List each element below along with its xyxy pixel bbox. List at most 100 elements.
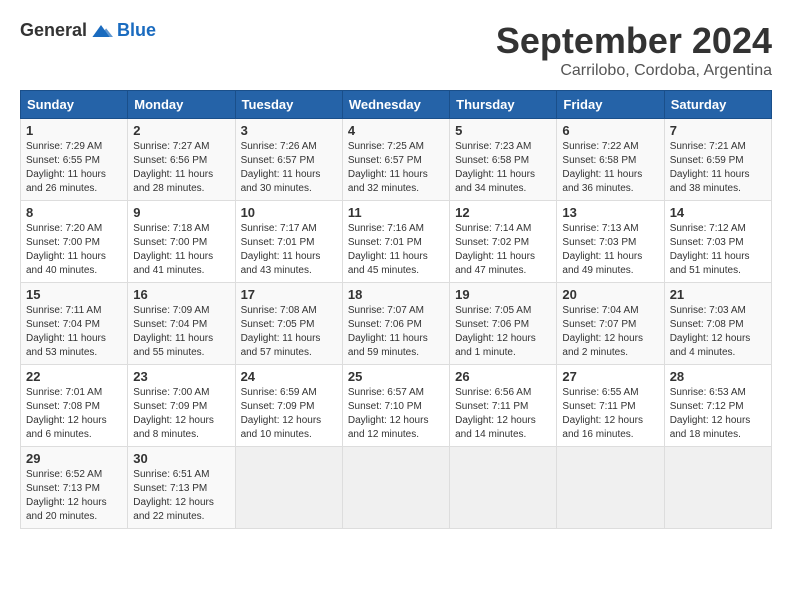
day-info: Sunrise: 6:52 AMSunset: 7:13 PMDaylight:… <box>26 468 122 524</box>
table-row: 25 Sunrise: 6:57 AMSunset: 7:10 PMDayligh… <box>342 365 449 447</box>
logo: General Blue <box>20 20 156 41</box>
day-info: Sunrise: 7:09 AMSunset: 7:04 PMDaylight:… <box>133 304 229 360</box>
day-number: 29 <box>26 451 122 466</box>
day-number: 27 <box>562 369 658 384</box>
day-number: 15 <box>26 287 122 302</box>
table-row: 13 Sunrise: 7:13 AMSunset: 7:03 PMDayligh… <box>557 201 664 283</box>
calendar-header-row: Sunday Monday Tuesday Wednesday Thursday… <box>21 91 772 119</box>
calendar-table: Sunday Monday Tuesday Wednesday Thursday… <box>20 90 772 529</box>
day-number: 25 <box>348 369 444 384</box>
table-row <box>557 447 664 529</box>
table-row: 7 Sunrise: 7:21 AMSunset: 6:59 PMDaylight… <box>664 119 771 201</box>
header-thursday: Thursday <box>450 91 557 119</box>
table-row: 10 Sunrise: 7:17 AMSunset: 7:01 PMDayligh… <box>235 201 342 283</box>
day-info: Sunrise: 7:00 AMSunset: 7:09 PMDaylight:… <box>133 386 229 442</box>
table-row: 26Sunrise: 6:56 AMSunset: 7:11 PMDayligh… <box>450 365 557 447</box>
table-row: 24 Sunrise: 6:59 AMSunset: 7:09 PMDayligh… <box>235 365 342 447</box>
table-row <box>664 447 771 529</box>
header-wednesday: Wednesday <box>342 91 449 119</box>
day-info: Sunrise: 7:22 AMSunset: 6:58 PMDaylight:… <box>562 140 658 196</box>
logo-blue: Blue <box>117 20 156 41</box>
day-number: 18 <box>348 287 444 302</box>
table-row: 28Sunrise: 6:53 AMSunset: 7:12 PMDayligh… <box>664 365 771 447</box>
header-monday: Monday <box>128 91 235 119</box>
day-number: 22 <box>26 369 122 384</box>
table-row <box>342 447 449 529</box>
day-info: Sunrise: 7:07 AMSunset: 7:06 PMDaylight:… <box>348 304 444 360</box>
table-row <box>450 447 557 529</box>
day-info: Sunrise: 7:08 AMSunset: 7:05 PMDaylight:… <box>241 304 337 360</box>
table-row: 14Sunrise: 7:12 AMSunset: 7:03 PMDayligh… <box>664 201 771 283</box>
day-number: 2 <box>133 123 229 138</box>
table-row: 23 Sunrise: 7:00 AMSunset: 7:09 PMDayligh… <box>128 365 235 447</box>
calendar-week-1: 1 Sunrise: 7:29 AMSunset: 6:55 PMDaylight… <box>21 119 772 201</box>
table-row: 19 Sunrise: 7:05 AMSunset: 7:06 PMDayligh… <box>450 283 557 365</box>
day-number: 20 <box>562 287 658 302</box>
day-info: Sunrise: 6:59 AMSunset: 7:09 PMDaylight:… <box>241 386 337 442</box>
table-row: 15 Sunrise: 7:11 AMSunset: 7:04 PMDayligh… <box>21 283 128 365</box>
day-number: 19 <box>455 287 551 302</box>
day-info: Sunrise: 7:16 AMSunset: 7:01 PMDaylight:… <box>348 222 444 278</box>
day-number: 11 <box>348 205 444 220</box>
day-number: 5 <box>455 123 551 138</box>
main-title: September 2024 <box>496 20 772 62</box>
day-info: Sunrise: 6:55 AMSunset: 7:11 PMDaylight:… <box>562 386 658 442</box>
day-info: Sunrise: 7:29 AMSunset: 6:55 PMDaylight:… <box>26 140 122 196</box>
table-row: 29 Sunrise: 6:52 AMSunset: 7:13 PMDayligh… <box>21 447 128 529</box>
day-info: Sunrise: 7:25 AMSunset: 6:57 PMDaylight:… <box>348 140 444 196</box>
table-row: 18 Sunrise: 7:07 AMSunset: 7:06 PMDayligh… <box>342 283 449 365</box>
table-row: 6Sunrise: 7:22 AMSunset: 6:58 PMDaylight… <box>557 119 664 201</box>
table-row: 30 Sunrise: 6:51 AMSunset: 7:13 PMDayligh… <box>128 447 235 529</box>
header-friday: Friday <box>557 91 664 119</box>
day-number: 21 <box>670 287 766 302</box>
day-info: Sunrise: 7:17 AMSunset: 7:01 PMDaylight:… <box>241 222 337 278</box>
day-info: Sunrise: 7:27 AMSunset: 6:56 PMDaylight:… <box>133 140 229 196</box>
day-number: 24 <box>241 369 337 384</box>
table-row: 22Sunrise: 7:01 AMSunset: 7:08 PMDayligh… <box>21 365 128 447</box>
day-number: 17 <box>241 287 337 302</box>
day-info: Sunrise: 7:04 AMSunset: 7:07 PMDaylight:… <box>562 304 658 360</box>
header-sunday: Sunday <box>21 91 128 119</box>
calendar-week-3: 15 Sunrise: 7:11 AMSunset: 7:04 PMDayligh… <box>21 283 772 365</box>
day-info: Sunrise: 7:03 AMSunset: 7:08 PMDaylight:… <box>670 304 766 360</box>
day-number: 23 <box>133 369 229 384</box>
day-info: Sunrise: 6:57 AMSunset: 7:10 PMDaylight:… <box>348 386 444 442</box>
day-info: Sunrise: 7:13 AMSunset: 7:03 PMDaylight:… <box>562 222 658 278</box>
day-info: Sunrise: 7:20 AMSunset: 7:00 PMDaylight:… <box>26 222 122 278</box>
day-info: Sunrise: 7:11 AMSunset: 7:04 PMDaylight:… <box>26 304 122 360</box>
table-row: 1 Sunrise: 7:29 AMSunset: 6:55 PMDaylight… <box>21 119 128 201</box>
table-row: 20 Sunrise: 7:04 AMSunset: 7:07 PMDayligh… <box>557 283 664 365</box>
day-number: 3 <box>241 123 337 138</box>
day-number: 28 <box>670 369 766 384</box>
table-row <box>235 447 342 529</box>
day-info: Sunrise: 6:51 AMSunset: 7:13 PMDaylight:… <box>133 468 229 524</box>
table-row: 9 Sunrise: 7:18 AMSunset: 7:00 PMDaylight… <box>128 201 235 283</box>
day-number: 1 <box>26 123 122 138</box>
calendar-week-2: 8 Sunrise: 7:20 AMSunset: 7:00 PMDaylight… <box>21 201 772 283</box>
logo-general: General <box>20 20 87 41</box>
day-number: 13 <box>562 205 658 220</box>
day-info: Sunrise: 7:14 AMSunset: 7:02 PMDaylight:… <box>455 222 551 278</box>
day-number: 14 <box>670 205 766 220</box>
table-row: 27 Sunrise: 6:55 AMSunset: 7:11 PMDayligh… <box>557 365 664 447</box>
day-info: Sunrise: 7:18 AMSunset: 7:00 PMDaylight:… <box>133 222 229 278</box>
header-tuesday: Tuesday <box>235 91 342 119</box>
calendar-week-5: 29 Sunrise: 6:52 AMSunset: 7:13 PMDayligh… <box>21 447 772 529</box>
day-number: 8 <box>26 205 122 220</box>
day-number: 10 <box>241 205 337 220</box>
table-row: 8 Sunrise: 7:20 AMSunset: 7:00 PMDaylight… <box>21 201 128 283</box>
day-number: 12 <box>455 205 551 220</box>
logo-icon <box>89 21 113 41</box>
header: General Blue September 2024 Carrilobo, C… <box>20 20 772 80</box>
day-number: 7 <box>670 123 766 138</box>
table-row: 5Sunrise: 7:23 AMSunset: 6:58 PMDaylight… <box>450 119 557 201</box>
day-number: 9 <box>133 205 229 220</box>
day-info: Sunrise: 7:05 AMSunset: 7:06 PMDaylight:… <box>455 304 551 360</box>
subtitle: Carrilobo, Cordoba, Argentina <box>496 62 772 80</box>
day-number: 26 <box>455 369 551 384</box>
table-row: 11 Sunrise: 7:16 AMSunset: 7:01 PMDayligh… <box>342 201 449 283</box>
day-info: Sunrise: 7:21 AMSunset: 6:59 PMDaylight:… <box>670 140 766 196</box>
day-number: 30 <box>133 451 229 466</box>
table-row: 4Sunrise: 7:25 AMSunset: 6:57 PMDaylight… <box>342 119 449 201</box>
table-row: 16Sunrise: 7:09 AMSunset: 7:04 PMDayligh… <box>128 283 235 365</box>
